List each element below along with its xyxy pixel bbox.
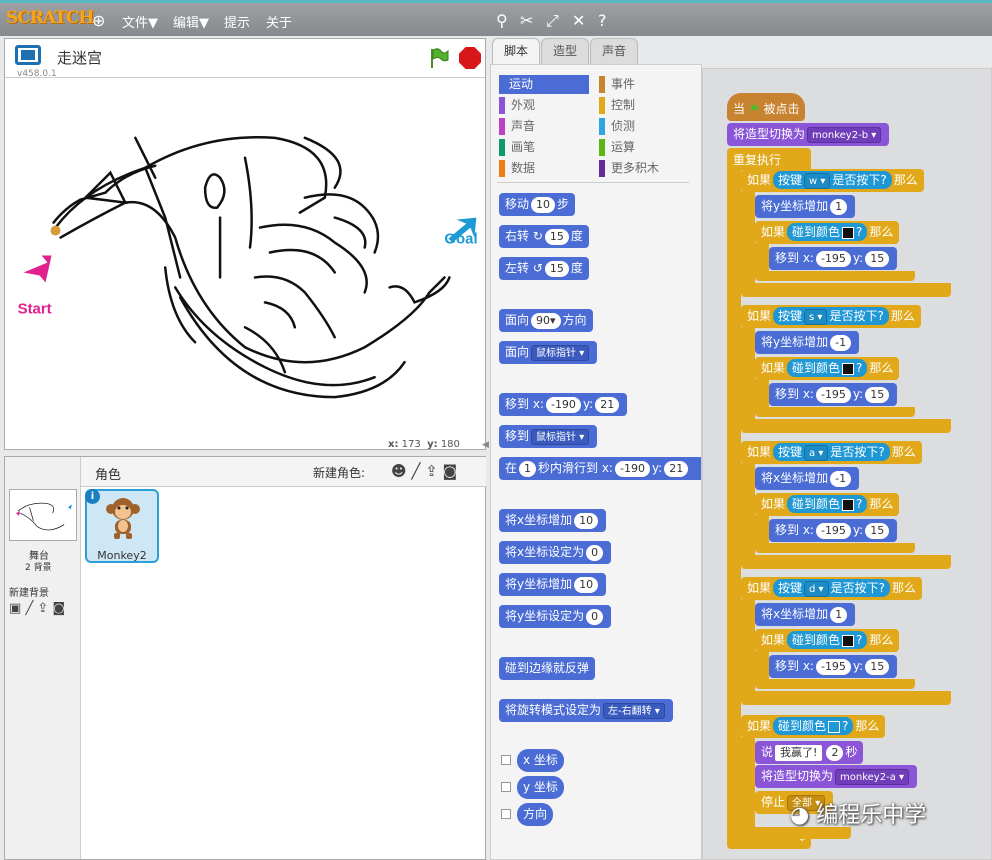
menu-bar: SCRATCH ⊕ 文件▼ 编辑▼ 提示 关于 ⚲ ✂ ⤢ ✕ ? xyxy=(0,0,992,36)
sprite-card-monkey2[interactable]: i Monkey2 xyxy=(85,489,159,563)
sprite-name: Monkey2 xyxy=(97,549,147,562)
turn-ccw-icon: ↺ xyxy=(532,261,543,275)
stage-column: 舞台 2 背景 新建背景 ▣ ╱ ⇪ ◙ xyxy=(5,457,81,859)
block-rotation-style[interactable]: 将旋转模式设定为 左-右翻转 ▾ xyxy=(499,699,673,722)
checkbox-x-position[interactable] xyxy=(501,755,511,765)
category-looks[interactable]: 外观 xyxy=(499,96,535,115)
reporter-x-position[interactable]: x 坐标 xyxy=(517,749,564,772)
backdrop-paint-icon[interactable]: ╱ xyxy=(25,601,33,616)
scratch-logo[interactable]: SCRATCH xyxy=(6,8,94,28)
tab-costumes[interactable]: 造型 xyxy=(541,38,589,64)
project-title[interactable]: 走迷宫 xyxy=(57,47,102,68)
category-motion[interactable]: 运动 xyxy=(499,75,589,94)
goal-label: Goal xyxy=(444,231,477,248)
block-turn-right[interactable]: 右转 ↻ 15 度 xyxy=(499,225,589,248)
shrink-icon[interactable]: ✕ xyxy=(572,11,585,30)
fullscreen-icon[interactable] xyxy=(15,45,41,65)
start-label: Start xyxy=(18,300,52,317)
info-icon[interactable]: i xyxy=(85,489,100,504)
block-switch-costume-b[interactable]: 将造型切换为 monkey2-b ▾ xyxy=(727,123,890,146)
y-value: 180 xyxy=(440,439,460,450)
block-change-y[interactable]: 将y坐标增加 10 xyxy=(499,573,607,596)
monkey-icon xyxy=(106,498,140,539)
new-sprite-label: 新建角色: xyxy=(313,466,366,480)
block-turn-left[interactable]: 左转 ↺ 15 度 xyxy=(499,257,589,280)
reporter-direction[interactable]: 方向 xyxy=(517,803,554,826)
stage-panel: 走迷宫 v458.0.1 Start Goal xyxy=(4,38,486,450)
new-backdrop-label: 新建背景 xyxy=(9,588,49,599)
block-point-direction[interactable]: 面向 90▾ 方向 xyxy=(499,309,593,332)
sprite-header: 角色 新建角色: ☻ ╱ ⇪ ◙ xyxy=(81,457,486,487)
backdrop-camera-icon[interactable]: ◙ xyxy=(52,601,65,616)
block-change-x[interactable]: 将x坐标增加 10 xyxy=(499,509,607,532)
forever-arm xyxy=(727,169,741,839)
category-more-blocks[interactable]: 更多积木 xyxy=(599,159,659,178)
category-sound[interactable]: 声音 xyxy=(499,117,535,136)
tab-scripts[interactable]: 脚本 xyxy=(492,38,540,64)
category-data[interactable]: 数据 xyxy=(499,159,535,178)
menu-file[interactable]: 文件▼ xyxy=(122,12,158,31)
new-sprite-tools: ☻ ╱ ⇪ ◙ xyxy=(391,462,457,480)
y-label: y: xyxy=(427,439,438,450)
block-switch-costume-a[interactable]: 将造型切换为 monkey2-a ▾ xyxy=(755,765,918,788)
checkbox-direction[interactable] xyxy=(501,809,511,819)
block-when-flag-clicked[interactable]: 当 ⚑ 被点击 xyxy=(727,93,806,121)
menu-tips[interactable]: 提示 xyxy=(224,12,250,31)
category-control[interactable]: 控制 xyxy=(599,96,635,115)
category-sensing[interactable]: 侦测 xyxy=(599,117,635,136)
help-icon[interactable]: ? xyxy=(598,11,607,30)
block-goto[interactable]: 移到 鼠标指针 ▾ xyxy=(499,425,598,448)
sprites-title: 角色 xyxy=(95,468,122,483)
grow-icon[interactable]: ⤢ xyxy=(546,11,559,31)
green-flag-icon[interactable] xyxy=(427,47,449,69)
stop-icon[interactable] xyxy=(459,47,481,69)
sprite-library-icon[interactable]: ☻ xyxy=(391,462,407,480)
block-goto-xy[interactable]: 移到 x: -190 y: 21 xyxy=(499,393,628,416)
mouse-coords: x: 173 y: 180 xyxy=(388,439,460,450)
x-label: x: xyxy=(388,439,399,450)
green-flag-icon: ⚑ xyxy=(748,102,760,116)
sprite-camera-icon[interactable]: ◙ xyxy=(443,462,458,480)
backdrop-upload-icon[interactable]: ⇪ xyxy=(37,601,48,616)
x-value: 173 xyxy=(401,439,421,450)
monkey-sprite-icon[interactable] xyxy=(50,225,61,236)
stage-bg-count: 2 背景 xyxy=(25,563,52,573)
checkbox-y-position[interactable] xyxy=(501,782,511,792)
turn-cw-icon: ↻ xyxy=(532,229,543,243)
block-forever[interactable]: 重复执行 xyxy=(727,148,811,170)
stage-canvas[interactable]: Start Goal xyxy=(5,77,485,437)
block-bounce[interactable]: 碰到边缘就反弹 xyxy=(499,657,596,680)
block-set-y[interactable]: 将y坐标设定为 0 xyxy=(499,605,612,628)
category-pen[interactable]: 画笔 xyxy=(499,138,535,157)
menu-edit[interactable]: 编辑▼ xyxy=(173,12,209,31)
sprite-upload-icon[interactable]: ⇪ xyxy=(425,462,438,480)
tab-sounds[interactable]: 声音 xyxy=(590,38,638,64)
delete-scissors-icon[interactable]: ✂ xyxy=(520,11,533,30)
wechat-icon: ◕ xyxy=(790,803,810,828)
script-area[interactable]: 当 ⚑ 被点击 将造型切换为monkey2-b ▾ 重复执行 ↲ 如果按键w ▾… xyxy=(702,68,992,860)
sprite-panel: 舞台 2 背景 新建背景 ▣ ╱ ⇪ ◙ 角色 新建角色: ☻ ╱ ⇪ ◙ i xyxy=(4,456,486,860)
globe-icon[interactable]: ⊕ xyxy=(92,11,105,30)
backdrop-library-icon[interactable]: ▣ xyxy=(9,601,21,616)
block-say[interactable]: 说我赢了! 2 秒 xyxy=(755,741,864,764)
block-glide[interactable]: 在 1 秒内滑行到 x: -190 y: 21 xyxy=(499,457,701,480)
category-divider xyxy=(497,182,689,183)
collapse-arrow-icon[interactable]: ◀ xyxy=(482,440,489,450)
category-operators[interactable]: 运算 xyxy=(599,138,635,157)
backdrop-tools: ▣ ╱ ⇪ ◙ xyxy=(9,601,65,616)
block-palette: 运动 外观 声音 画笔 数据 事件 控制 侦测 运算 更多积木 移动 10 步 右转… xyxy=(490,64,702,860)
block-set-x[interactable]: 将x坐标设定为 0 xyxy=(499,541,612,564)
stage-thumbnail[interactable] xyxy=(9,489,77,541)
menu-about[interactable]: 关于 xyxy=(266,12,292,31)
sprite-paint-icon[interactable]: ╱ xyxy=(411,462,420,480)
reporter-y-position[interactable]: y 坐标 xyxy=(517,776,564,799)
watermark: ◕ 编程乐中学 xyxy=(790,803,927,828)
duplicate-stamp-icon[interactable]: ⚲ xyxy=(496,11,508,30)
block-point-towards[interactable]: 面向 鼠标指针 ▾ xyxy=(499,341,598,364)
block-move-steps[interactable]: 移动 10 步 xyxy=(499,193,576,216)
category-events[interactable]: 事件 xyxy=(599,75,635,94)
